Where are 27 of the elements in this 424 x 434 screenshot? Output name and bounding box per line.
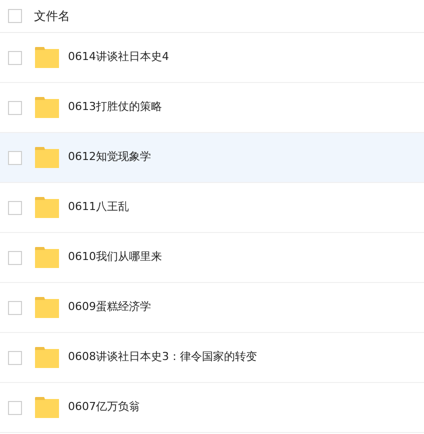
folder-icon [35,147,59,168]
checkbox[interactable] [8,9,22,23]
folder-icon [35,347,59,368]
file-name[interactable]: 0607亿万负翁 [68,399,140,416]
folder-icon [35,197,59,218]
folder-icon [35,397,59,418]
file-name[interactable]: 0611八王乱 [68,199,129,216]
checkbox[interactable] [8,300,22,314]
column-header[interactable]: 文件名 [34,7,70,25]
checkbox[interactable] [8,100,22,114]
folder-icon [35,47,59,68]
file-name[interactable]: 0609蛋糕经济学 [68,299,151,316]
file-name[interactable]: 0608讲谈社日本史3：律令国家的转变 [68,349,257,366]
checkbox[interactable] [8,150,22,164]
checkbox[interactable] [8,350,22,364]
checkbox[interactable] [8,400,22,414]
file-name[interactable]: 0610我们从哪里来 [68,249,162,266]
folder-icon [35,297,59,318]
checkbox[interactable] [8,250,22,264]
file-name[interactable]: 0614讲谈社日本史4 [68,49,169,66]
file-row[interactable]: 0612知觉现象学 [0,133,424,183]
checkbox[interactable] [8,50,22,64]
file-name[interactable]: 0613打胜仗的策略 [68,99,162,116]
file-name[interactable]: 0612知觉现象学 [68,149,151,166]
checkbox[interactable] [8,200,22,214]
folder-icon [35,97,59,118]
folder-icon [35,247,59,268]
